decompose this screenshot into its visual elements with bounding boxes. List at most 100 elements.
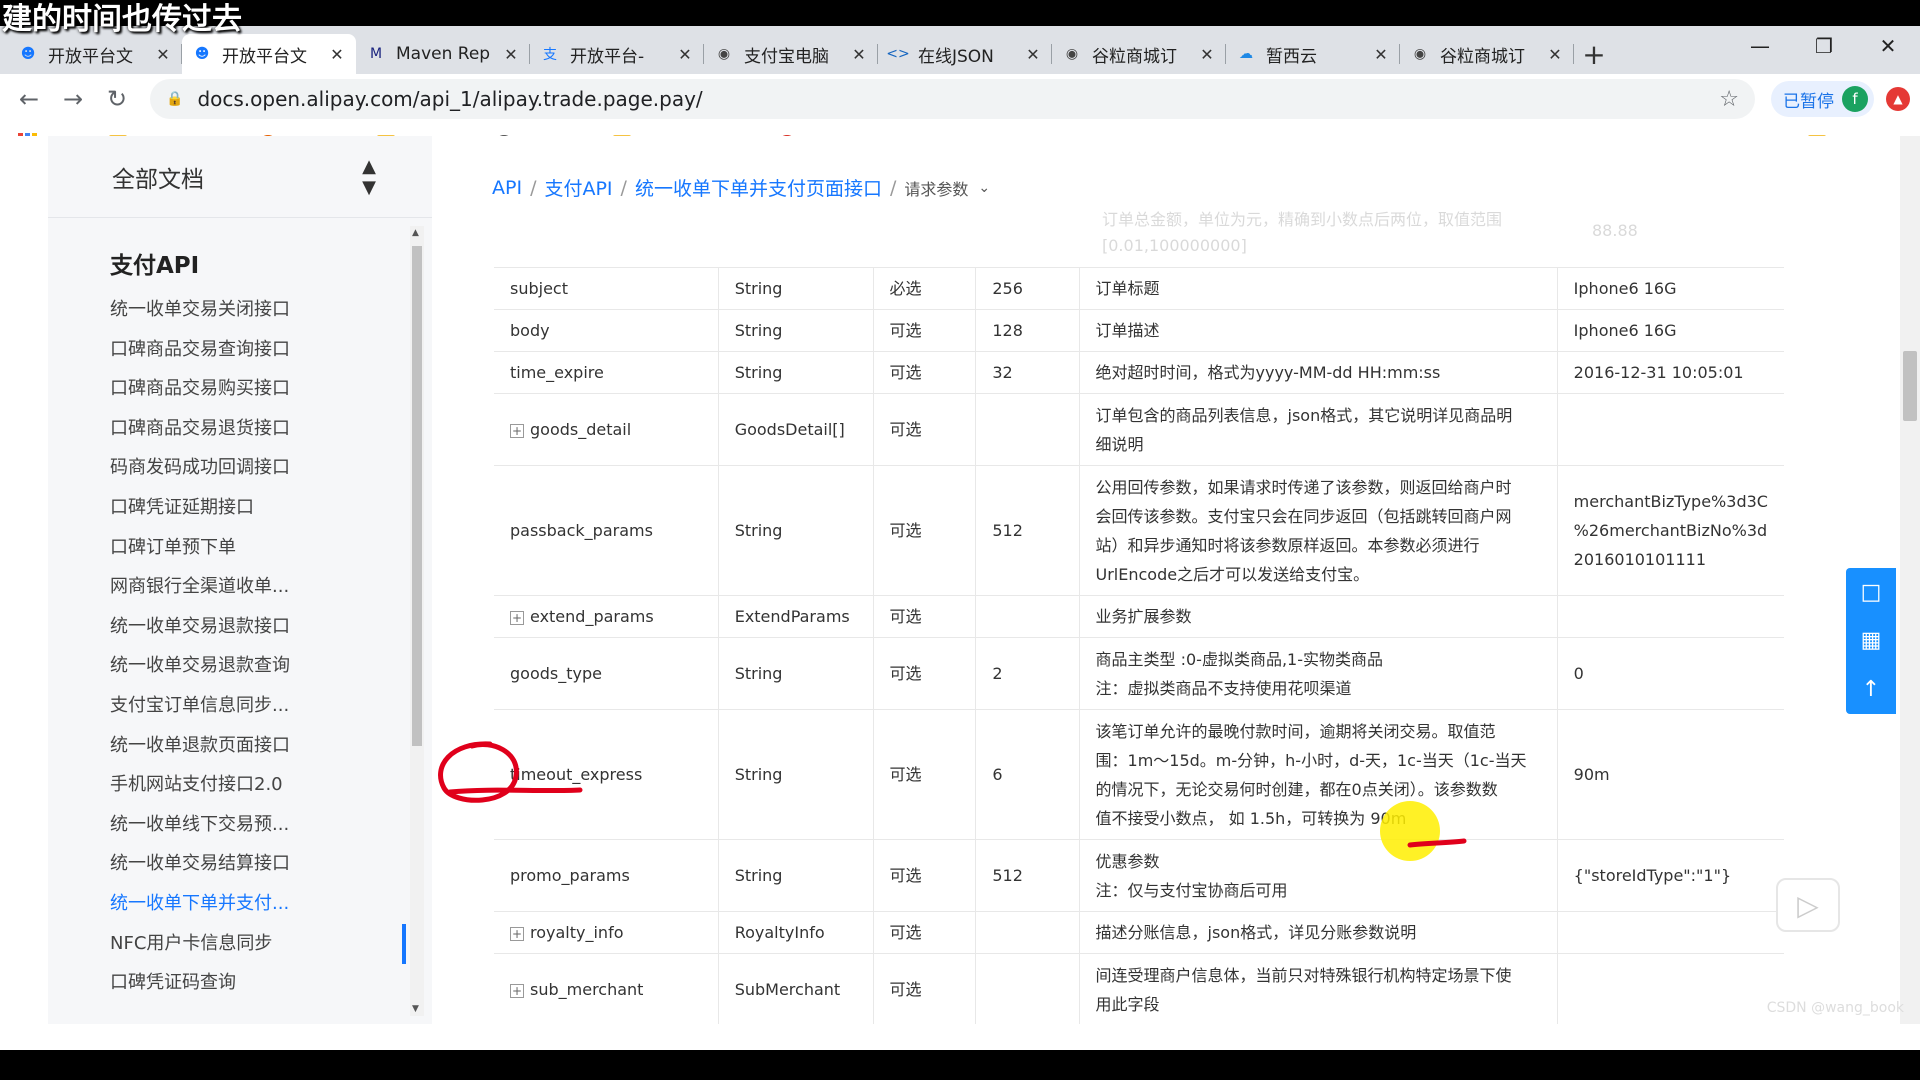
sidebar-item[interactable]: 口碑凭证延期接口 <box>110 488 380 528</box>
sidebar-item[interactable]: 统一收单下单并支付... <box>110 884 380 924</box>
reload-button[interactable]: ↻ <box>98 80 136 118</box>
sidebar-item[interactable]: 码商发码成功回调接口 <box>110 448 380 488</box>
param-type: String <box>717 637 874 710</box>
tab-close-icon[interactable]: ✕ <box>850 45 868 64</box>
param-name-cell[interactable]: + sub_merchant <box>494 953 719 1024</box>
all-docs-selector[interactable]: 全部文档 ▲ ▼ <box>48 136 432 218</box>
bookmark-star-icon[interactable]: ☆ <box>1719 87 1739 112</box>
sidebar-item[interactable]: NFC用户卡信息同步 <box>110 924 380 964</box>
tab-3[interactable]: 支开放平台- ✕ <box>530 34 704 74</box>
param-description: 业务扩展参数 <box>1078 595 1558 638</box>
qrcode-icon[interactable]: ▦ <box>1861 628 1882 653</box>
param-name-cell[interactable]: + goods_detail <box>494 393 719 466</box>
tab-close-icon[interactable]: ✕ <box>1024 45 1042 64</box>
sync-paused-button[interactable]: 已暂停 f <box>1771 81 1874 117</box>
address-bar[interactable]: 🔒 docs.open.alipay.com/api_1/alipay.trad… <box>150 79 1755 119</box>
faded-text: [0.01,100000000] <box>1102 236 1247 255</box>
sidebar-item[interactable]: 统一收单交易结算接口 <box>110 844 380 884</box>
sidebar-item[interactable]: 手机网站支付接口2.0 <box>110 765 380 805</box>
play-icon[interactable]: ▷ <box>1776 878 1840 932</box>
breadcrumb-current[interactable]: 请求参数 <box>904 176 968 200</box>
example-line: %26merchantBizNo%3d <box>1573 521 1768 540</box>
param-name-cell[interactable]: + royalty_info <box>494 911 719 954</box>
table-row: goods_type String 可选 2 商品主类型 :0-虚拟类商品,1-实物类商… <box>494 637 1784 710</box>
breadcrumb-api[interactable]: API <box>492 177 522 199</box>
sidebar-item[interactable]: 口碑商品交易退货接口 <box>110 409 380 449</box>
tab-close-icon[interactable]: ✕ <box>502 45 520 64</box>
tab-1[interactable]: ☻ 开放平台文 ✕ <box>182 34 356 74</box>
extension-icon[interactable]: ▲ <box>1886 87 1910 111</box>
help-icon[interactable]: □ <box>1861 580 1882 605</box>
param-max-length <box>975 393 1080 466</box>
tab-0[interactable]: ☻ 开放平台文 ✕ <box>8 34 182 74</box>
back-to-top-icon[interactable]: ↑ <box>1862 677 1880 702</box>
param-name: promo_params <box>510 866 630 885</box>
tab-6[interactable]: ◉ 谷粒商城订 ✕ <box>1052 34 1226 74</box>
param-max-length: 512 <box>975 465 1080 596</box>
sidebar-item[interactable]: 统一收单交易退款接口 <box>110 607 380 647</box>
example-line: merchantBizType%3d3C <box>1573 492 1768 511</box>
scroll-down-icon[interactable]: ▼ <box>412 1004 419 1014</box>
breadcrumb-pay-api[interactable]: 支付API <box>544 174 612 201</box>
description-line: 订单包含的商品列表信息，json格式，其它说明详见商品明 <box>1095 405 1513 425</box>
tab-close-icon[interactable]: ✕ <box>1546 45 1564 64</box>
expand-plus-icon[interactable]: + <box>510 423 524 438</box>
maven-icon: M <box>369 46 383 62</box>
expand-plus-icon[interactable]: + <box>510 610 524 625</box>
tab-2[interactable]: M Maven Rep ✕ <box>356 34 530 74</box>
param-name: goods_type <box>510 664 602 683</box>
back-button[interactable]: ← <box>10 80 48 118</box>
sidebar-item[interactable]: 口碑商品交易查询接口 <box>110 330 380 370</box>
param-type: String <box>717 465 874 596</box>
expand-plus-icon[interactable]: + <box>510 926 524 941</box>
scrollbar-thumb[interactable] <box>1903 351 1917 421</box>
description-line: 围：1m～15d。m-分钟，h-小时，d-天，1c-当天（1c-当天 <box>1095 750 1527 770</box>
tab-close-icon[interactable]: ✕ <box>676 45 694 64</box>
forward-button[interactable]: → <box>54 80 92 118</box>
tab-7[interactable]: ☁ 暂西云 ✕ <box>1226 34 1400 74</box>
tab-close-icon[interactable]: ✕ <box>154 45 172 64</box>
sidebar-item[interactable]: 统一收单线下交易预... <box>110 805 380 845</box>
chevron-down-icon[interactable]: ⌄ <box>978 180 990 196</box>
param-max-length: 32 <box>975 351 1080 394</box>
doc-content: 订单总金额，单位为元，精确到小数点后两位，取值范围 [0.01,10000000… <box>432 136 1850 1024</box>
tab-close-icon[interactable]: ✕ <box>1372 45 1390 64</box>
sidebar-item[interactable]: 网商银行全渠道收单... <box>110 567 380 607</box>
tab-5[interactable]: <> 在线JSON ✕ <box>878 34 1052 74</box>
sidebar-scrollbar[interactable]: ▲ ▼ <box>410 226 424 1016</box>
breadcrumb-page-pay[interactable]: 统一收单下单并支付页面接口 <box>635 174 882 201</box>
restore-icon[interactable]: ❐ <box>1792 26 1856 66</box>
sort-arrows-icon[interactable]: ▲ ▼ <box>362 156 376 198</box>
tab-4[interactable]: ◉ 支付宝电脑 ✕ <box>704 34 878 74</box>
sidebar-header: 全部文档 <box>112 166 204 193</box>
tab-close-icon[interactable]: ✕ <box>1198 45 1216 64</box>
scroll-up-icon[interactable]: ▲ <box>412 228 419 238</box>
page-scrollbar[interactable] <box>1900 136 1920 1024</box>
param-name: sub_merchant <box>530 980 644 999</box>
avatar: f <box>1842 86 1868 112</box>
minimize-icon[interactable]: — <box>1728 26 1792 66</box>
tab-8[interactable]: ◉ 谷粒商城订 ✕ <box>1400 34 1574 74</box>
close-window-icon[interactable]: ✕ <box>1856 26 1920 66</box>
url-text[interactable]: docs.open.alipay.com/api_1/alipay.trade.… <box>197 87 1719 111</box>
cloud-icon: ☁ <box>1239 46 1253 62</box>
sidebar-item[interactable]: 口碑凭证码查询 <box>110 963 380 1003</box>
param-max-length <box>975 953 1080 1024</box>
tab-close-icon[interactable]: ✕ <box>328 45 346 64</box>
lock-icon[interactable]: 🔒 <box>166 91 183 107</box>
param-name-cell: time_expire <box>494 351 719 394</box>
scrollbar-thumb[interactable] <box>412 246 422 746</box>
expand-plus-icon[interactable]: + <box>510 983 524 998</box>
param-name: body <box>510 321 550 340</box>
sidebar-item[interactable]: 统一收单交易退款查询 <box>110 646 380 686</box>
sidebar-item[interactable]: 统一收单交易关闭接口 <box>110 290 380 330</box>
param-name-cell[interactable]: + extend_params <box>494 595 719 638</box>
sidebar-item[interactable]: 支付宝订单信息同步... <box>110 686 380 726</box>
json-icon: <> <box>886 46 910 62</box>
sidebar-item[interactable]: 口碑订单预下单 <box>110 528 380 568</box>
person-icon: ☻ <box>20 46 36 62</box>
sidebar-item[interactable]: 口碑商品交易购买接口 <box>110 369 380 409</box>
new-tab-button[interactable]: + <box>1574 34 1614 74</box>
sidebar-item[interactable]: 统一收单退款页面接口 <box>110 726 380 766</box>
faded-text: 订单总金额，单位为元，精确到小数点后两位，取值范围 <box>1102 210 1503 229</box>
